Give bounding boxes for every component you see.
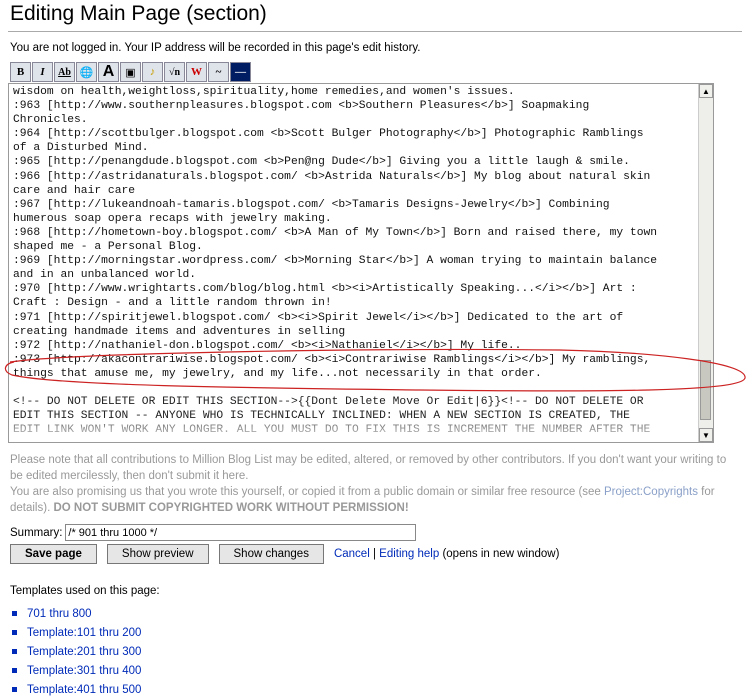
bold-icon[interactable]: B bbox=[10, 62, 31, 82]
summary-input[interactable] bbox=[65, 524, 417, 541]
editor-line: Chronicles. bbox=[13, 114, 88, 127]
templates-list: 701 thru 800 Template:101 thru 200 Templ… bbox=[12, 604, 141, 699]
media-icon[interactable]: ♪ bbox=[142, 62, 163, 82]
ip-notice: You are not logged in. Your IP address w… bbox=[10, 42, 421, 54]
external-link-icon[interactable]: 🌐 bbox=[76, 62, 97, 82]
textarea-scrollbar[interactable]: ▲ ▼ bbox=[698, 84, 713, 442]
bullet-icon bbox=[12, 611, 17, 616]
bullet-icon bbox=[12, 649, 17, 654]
show-changes-button[interactable]: Show changes bbox=[218, 544, 324, 564]
editor-line: wisdom on health,weightloss,spirituality… bbox=[13, 86, 515, 98]
scroll-down-icon[interactable]: ▼ bbox=[699, 428, 713, 442]
editor-line: care and hair care bbox=[13, 184, 136, 197]
bullet-icon bbox=[12, 630, 17, 635]
scroll-up-icon[interactable]: ▲ bbox=[699, 84, 713, 98]
template-link[interactable]: Template:101 thru 200 bbox=[27, 627, 141, 639]
horizontal-line-icon[interactable]: — bbox=[230, 62, 251, 82]
copyrights-link[interactable]: Project:Copyrights bbox=[604, 486, 698, 498]
edit-actions: Save page Show preview Show changes Canc… bbox=[10, 544, 559, 564]
editor-line: :969 [http://morningstar.wordpress.com/ … bbox=[13, 255, 658, 268]
save-page-button[interactable]: Save page bbox=[10, 544, 97, 564]
editor-line: EDIT THIS SECTION -- ANYONE WHO IS TECHN… bbox=[13, 410, 630, 423]
scroll-thumb[interactable] bbox=[700, 360, 711, 420]
headline-icon[interactable]: A bbox=[98, 62, 119, 82]
template-item: Template:401 thru 500 bbox=[12, 680, 141, 699]
bullet-icon bbox=[12, 668, 17, 673]
template-item: 701 thru 800 bbox=[12, 604, 141, 623]
math-icon[interactable]: √n bbox=[164, 62, 185, 82]
editor-line: humerous soap opera recaps with jewelry … bbox=[13, 212, 332, 225]
editor-line: :966 [http://astridanaturals.blogspot.co… bbox=[13, 170, 651, 183]
editor-line: things that amuse me, my jewelry, and my… bbox=[13, 367, 542, 380]
show-preview-button[interactable]: Show preview bbox=[106, 544, 209, 564]
title-divider bbox=[8, 31, 742, 32]
editor-line: :963 [http://www.southernpleasures.blogs… bbox=[13, 100, 590, 113]
template-item: Template:101 thru 200 bbox=[12, 623, 141, 642]
edit-textarea-content[interactable]: wisdom on health,weightloss,spirituality… bbox=[13, 85, 699, 437]
template-link[interactable]: Template:301 thru 400 bbox=[27, 665, 141, 677]
summary-row: Summary: bbox=[10, 524, 417, 541]
editor-line: :970 [http://www.wrightarts.com/blog/blo… bbox=[13, 283, 637, 296]
editing-help-link[interactable]: Editing help bbox=[379, 548, 439, 560]
template-item: Template:301 thru 400 bbox=[12, 661, 141, 680]
italic-icon[interactable]: I bbox=[32, 62, 53, 82]
edit-textarea[interactable]: wisdom on health,weightloss,spirituality… bbox=[8, 83, 714, 443]
editor-line: Craft : Design - and a little random thr… bbox=[13, 297, 332, 310]
editor-line: creating handmade items and adventures i… bbox=[13, 325, 346, 338]
template-link[interactable]: Template:401 thru 500 bbox=[27, 684, 141, 696]
editor-line: and in an unbalanced world. bbox=[13, 269, 197, 282]
copyright-notice: You are also promising us that you wrote… bbox=[10, 486, 715, 514]
editor-line: :972 [http://nathaniel-don.blogspot.com/… bbox=[13, 339, 522, 352]
editor-line: :967 [http://lukeandnoah-tamaris.blogspo… bbox=[13, 198, 610, 211]
summary-label: Summary: bbox=[10, 526, 63, 539]
nowiki-icon[interactable]: W bbox=[186, 62, 207, 82]
editor-line: :973 [http://akacontrariwise.blogspot.co… bbox=[13, 353, 651, 366]
image-icon[interactable]: ▣ bbox=[120, 62, 141, 82]
editor-line: :968 [http://hometown-boy.blogspot.com/ … bbox=[13, 226, 658, 239]
template-item: Template:201 thru 300 bbox=[12, 642, 141, 661]
template-link[interactable]: Template:201 thru 300 bbox=[27, 646, 141, 658]
editor-line: :964 [http://scottbulger.blogspot.com <b… bbox=[13, 128, 644, 141]
template-link[interactable]: 701 thru 800 bbox=[27, 608, 92, 620]
cancel-link[interactable]: Cancel bbox=[334, 548, 370, 560]
signature-icon[interactable]: ~ bbox=[208, 62, 229, 82]
contribution-warning: Please note that all contributions to Mi… bbox=[10, 452, 740, 516]
page-title: Editing Main Page (section) bbox=[10, 2, 267, 25]
bullet-icon bbox=[12, 687, 17, 692]
editor-line: shaped me - a Personal Blog. bbox=[13, 241, 203, 254]
editor-line: :965 [http://penangdude.blogspot.com <b>… bbox=[13, 156, 630, 169]
editor-line: EDIT LINK WON'T WORK ANY LONGER. ALL YOU… bbox=[13, 424, 651, 437]
editor-line: <!-- DO NOT DELETE OR EDIT THIS SECTION-… bbox=[13, 396, 644, 409]
edit-toolbar: B I Ab 🌐 A ▣ ♪ √n W ~ — bbox=[10, 62, 251, 82]
templates-heading: Templates used on this page: bbox=[10, 585, 160, 597]
license-notice: Please note that all contributions to Mi… bbox=[10, 454, 727, 482]
editor-line: :971 [http://spiritjewel.blogspot.com/ <… bbox=[13, 311, 624, 324]
internal-link-icon[interactable]: Ab bbox=[54, 62, 75, 82]
copyright-warning-bold: DO NOT SUBMIT COPYRIGHTED WORK WITHOUT P… bbox=[53, 502, 409, 514]
edit-links: Cancel | Editing help (opens in new wind… bbox=[333, 548, 560, 560]
editor-line: of a Disturbed Mind. bbox=[13, 142, 149, 155]
